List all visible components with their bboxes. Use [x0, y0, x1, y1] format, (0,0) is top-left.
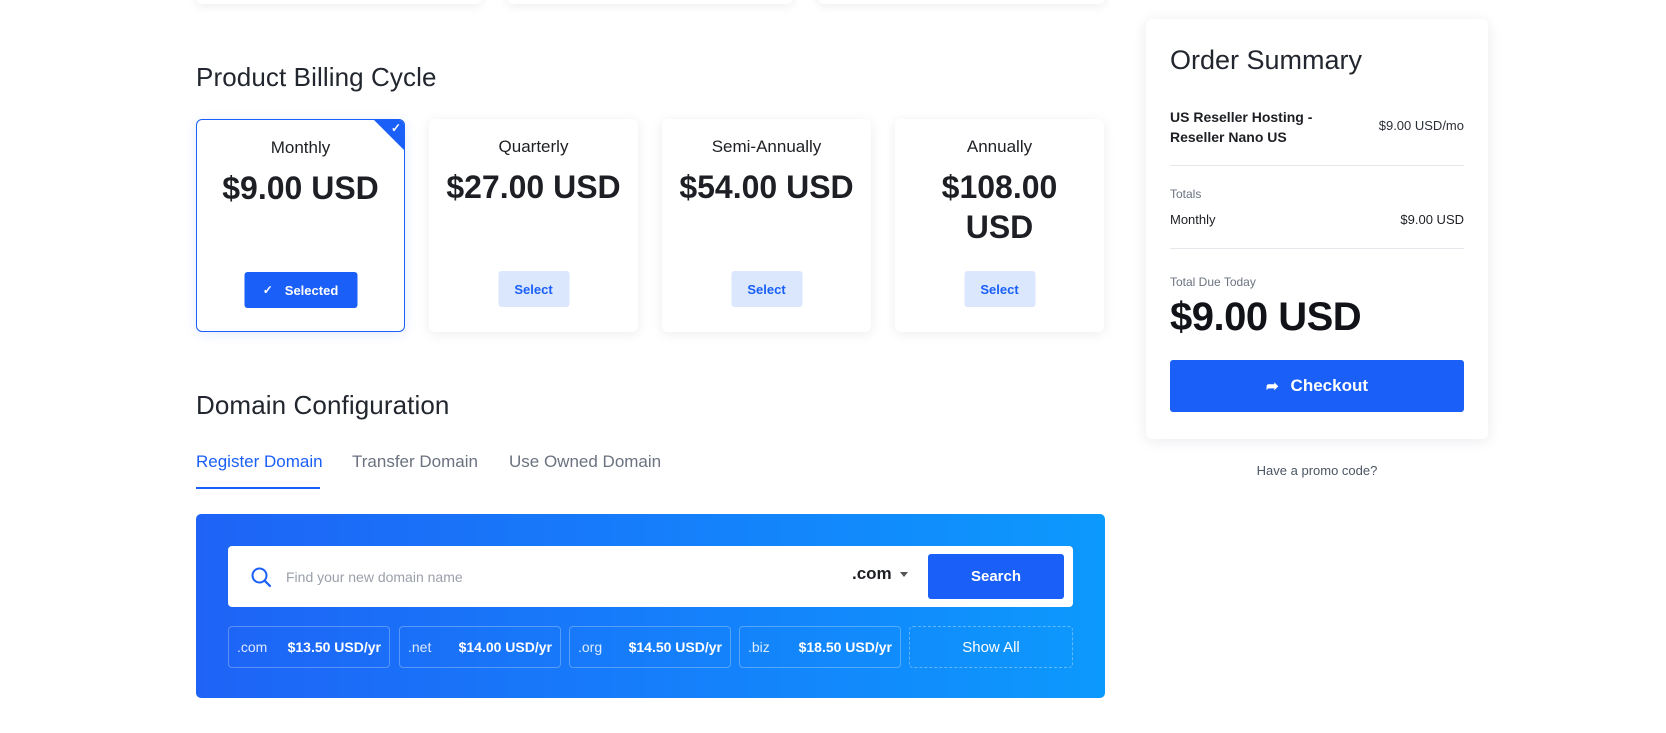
active-tab-indicator: [196, 487, 320, 489]
billing-cycle-price: $9.00 USD: [222, 170, 379, 206]
select-button[interactable]: Select: [498, 271, 569, 307]
divider: [1170, 165, 1464, 166]
summary-item-price: $9.00 USD/mo: [1378, 118, 1464, 133]
billing-cycle-price: $54.00 USD: [679, 169, 854, 205]
product-card-partial: [818, 0, 1105, 4]
page: Product Billing Cycle ✓ Monthly $9.00 US…: [0, 0, 1666, 733]
divider: [1170, 248, 1464, 249]
check-icon: ✓: [390, 121, 401, 135]
check-icon: ✓: [262, 283, 273, 297]
domain-search-button[interactable]: Search: [928, 554, 1064, 599]
order-summary-title: Order Summary: [1170, 45, 1363, 75]
billing-cycle-price: $27.00 USD: [446, 169, 621, 205]
billing-cycle-price: $108.00 USD: [941, 169, 1058, 245]
billing-cycle-name: Annually: [966, 137, 1033, 156]
tld-extension: .biz: [748, 639, 770, 655]
tld-price: $18.50 USD/yr: [798, 639, 892, 655]
tld-extension: .org: [578, 639, 603, 655]
tld-price-chip[interactable]: .com $13.50 USD/yr: [228, 626, 390, 668]
tld-dropdown-value: .com: [852, 564, 892, 583]
billing-card-annually[interactable]: Annually $108.00 USD Select: [895, 119, 1104, 332]
tld-price-chip[interactable]: .org $14.50 USD/yr: [569, 626, 731, 668]
tld-price: $14.50 USD/yr: [628, 639, 722, 655]
billing-card-monthly[interactable]: ✓ Monthly $9.00 USD ✓ Selected: [196, 119, 405, 332]
search-icon: [251, 567, 272, 588]
share-arrow-icon: ➦: [1265, 378, 1279, 395]
checkout-button[interactable]: ➦ Checkout: [1170, 360, 1464, 412]
tab-register-domain[interactable]: Register Domain: [196, 452, 323, 472]
selected-button[interactable]: ✓ Selected: [244, 272, 357, 308]
billing-card-quarterly[interactable]: Quarterly $27.00 USD Select: [429, 119, 638, 332]
billing-card-semi-annually[interactable]: Semi-Annually $54.00 USD Select: [662, 119, 871, 332]
selected-button-label: Selected: [284, 282, 339, 298]
select-button[interactable]: Select: [964, 271, 1035, 307]
product-card-partial: [507, 0, 793, 4]
domain-config-title: Domain Configuration: [196, 390, 450, 420]
tld-price: $14.00 USD/yr: [458, 639, 552, 655]
total-due-amount: $9.00 USD: [1170, 295, 1362, 339]
checkout-button-label: Checkout: [1290, 376, 1369, 395]
order-summary-panel: Order Summary US Reseller Hosting - Rese…: [1146, 19, 1488, 439]
billing-cycle-name: Monthly: [270, 138, 331, 157]
promo-code-link[interactable]: Have a promo code?: [1146, 463, 1488, 478]
tab-transfer-domain[interactable]: Transfer Domain: [352, 452, 478, 472]
show-all-tlds-button[interactable]: Show All: [909, 626, 1073, 668]
billing-cycle-title: Product Billing Cycle: [196, 62, 437, 92]
domain-search-input[interactable]: [286, 562, 826, 592]
chevron-down-icon: [899, 571, 908, 577]
tld-price-chip[interactable]: .net $14.00 USD/yr: [399, 626, 561, 668]
domain-search-box: .com Search: [228, 546, 1073, 607]
total-due-label: Total Due Today: [1170, 275, 1256, 289]
tld-price: $13.50 USD/yr: [287, 639, 381, 655]
totals-label: Totals: [1170, 187, 1202, 201]
select-button[interactable]: Select: [731, 271, 802, 307]
totals-cycle-label: Monthly: [1170, 212, 1216, 227]
billing-cycle-name: Quarterly: [498, 137, 569, 156]
domain-search-panel: .com Search .com $13.50 USD/yr .net $14.…: [196, 514, 1105, 698]
tld-price-chip[interactable]: .biz $18.50 USD/yr: [739, 626, 901, 668]
tld-extension: .net: [408, 639, 432, 655]
totals-cycle-amount: $9.00 USD: [1400, 212, 1464, 227]
tld-extension: .com: [237, 639, 268, 655]
tab-use-owned-domain[interactable]: Use Owned Domain: [509, 452, 661, 472]
product-card-partial: [196, 0, 482, 4]
summary-item-name: US Reseller Hosting - Reseller Nano US: [1170, 109, 1313, 145]
billing-cycle-name: Semi-Annually: [711, 137, 822, 156]
tld-dropdown[interactable]: .com: [852, 564, 908, 584]
